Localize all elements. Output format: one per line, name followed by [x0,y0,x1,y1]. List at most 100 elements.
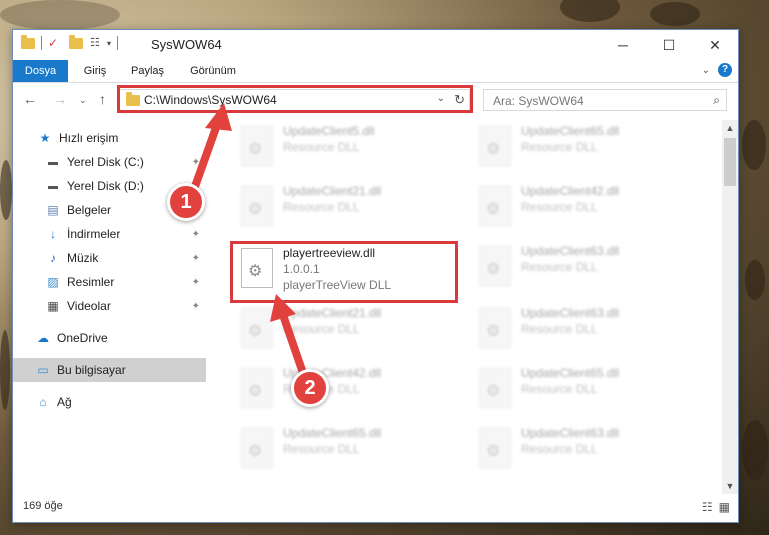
search-icon[interactable]: ⌕ [713,93,720,108]
file-type: Resource DLL [283,442,360,456]
address-bar-highlight [117,85,473,113]
list-item[interactable]: UpdateClient5.dll Resource DLL [233,120,433,172]
document-icon: ▤ [47,203,59,217]
step-badge-2: 2 [291,369,329,407]
view-options-icon[interactable]: ☷ [90,36,104,50]
sidebar-item-this-pc[interactable]: ▭ Bu bilgisayar [13,358,206,382]
drive-icon: ▬ [48,156,58,168]
sidebar-item-label: Bu bilgisayar [57,363,126,377]
scroll-up-icon[interactable]: ▲ [722,120,738,136]
item-count: 169 öğe [23,500,63,512]
pin-icon[interactable]: ✦ [192,157,200,168]
list-item[interactable]: UpdateClient21.dll Resource DLL [233,302,433,354]
vertical-scrollbar[interactable]: ▲ ▼ [722,120,738,494]
tab-file[interactable]: Dosya [13,60,68,82]
file-name: UpdateClient63.dll [521,244,620,258]
list-item[interactable]: UpdateClient42.dll Resource DLL [233,362,433,414]
recent-locations-icon[interactable]: ⌄ [79,95,87,106]
sidebar-item-onedrive[interactable]: ☁ OneDrive [35,326,206,350]
list-item[interactable]: UpdateClient42.dll Resource DLL [471,180,671,232]
pictures-icon: ▨ [47,275,59,289]
sidebar-item-local-disk-c[interactable]: ▬ Yerel Disk (C:) ✦ [45,150,206,174]
tab-share[interactable]: Paylaş [125,60,170,82]
music-icon: ♪ [50,251,56,265]
pin-icon[interactable]: ✦ [192,277,200,288]
up-arrow-icon[interactable]: ↑ [99,91,106,107]
maximize-button[interactable]: ☐ [646,30,692,60]
dll-file-icon [241,428,273,468]
expand-ribbon-icon[interactable]: ⌄ [702,65,710,76]
close-button[interactable]: ✕ [692,30,738,60]
dll-file-icon [479,308,511,348]
file-name: UpdateClient42.dll [521,184,620,198]
sidebar-item-videos[interactable]: ▦ Videolar ✦ [45,294,206,318]
video-icon: ▦ [47,299,59,313]
file-name: UpdateClient65.dll [521,124,620,138]
list-item[interactable]: UpdateClient63.dll Resource DLL [471,422,671,474]
list-item[interactable]: UpdateClient63.dll Resource DLL [471,240,671,292]
file-name: UpdateClient21.dll [283,306,382,320]
back-arrow-icon[interactable]: ← [23,91,37,107]
sidebar-item-music[interactable]: ♪ Müzik ✦ [45,246,206,270]
ribbon-tabs: Dosya Giriş Paylaş Görünüm ⌄ ? [13,60,738,83]
search-box[interactable]: Ara: SysWOW64 ⌕ [483,89,727,111]
sidebar-item-label: OneDrive [57,331,108,345]
view-toggle: ☷ ▦ [702,500,730,514]
chevron-down-icon[interactable]: ▾ [107,39,111,48]
navigation-pane: ★ Hızlı erişim ▬ Yerel Disk (C:) ✦ ▬ Yer… [13,120,206,492]
dll-file-icon [241,308,273,348]
dll-file-icon [479,186,511,226]
new-folder-icon[interactable] [69,34,83,49]
list-item[interactable]: UpdateClient65.dll Resource DLL [233,422,433,474]
sidebar-item-quick-access[interactable]: ★ Hızlı erişim [37,126,206,150]
scrollbar-thumb[interactable] [724,138,736,186]
status-bar: 169 öğe ☷ ▦ [13,494,738,522]
pin-icon[interactable]: ✦ [192,229,200,240]
properties-icon[interactable]: ✓ [48,36,62,50]
tab-home[interactable]: Giriş [76,60,114,82]
sidebar-item-label: İndirmeler [67,227,121,241]
sidebar-item-label: Videolar [67,299,111,313]
list-item[interactable]: UpdateClient65.dll Resource DLL [471,120,671,172]
file-type: Resource DLL [521,140,598,154]
search-input[interactable]: Ara: SysWOW64 [493,94,584,108]
folder-icon [21,34,35,49]
list-item[interactable]: UpdateClient65.dll Resource DLL [471,362,671,414]
sidebar-item-downloads[interactable]: ↓ İndirmeler ✦ [45,222,206,246]
tab-view[interactable]: Görünüm [183,60,243,82]
scroll-down-icon[interactable]: ▼ [722,478,738,494]
dll-file-icon [241,368,273,408]
help-icon[interactable]: ? [718,63,732,77]
file-type: Resource DLL [283,140,360,154]
file-name: UpdateClient65.dll [521,366,620,380]
sidebar-item-pictures[interactable]: ▨ Resimler ✦ [45,270,206,294]
download-icon: ↓ [50,227,56,241]
file-type: Resource DLL [521,382,598,396]
sidebar-item-label: Belgeler [67,203,112,217]
dll-file-icon [479,368,511,408]
list-item[interactable]: UpdateClient21.dll Resource DLL [233,180,433,232]
file-type: Resource DLL [521,260,598,274]
pin-icon[interactable]: ✦ [192,253,200,264]
details-view-icon[interactable]: ☷ [702,500,713,514]
quick-access-toolbar: ✓ ☷ ▾ [21,34,121,50]
pin-icon[interactable]: ✦ [192,301,200,312]
file-name: UpdateClient63.dll [521,426,620,440]
file-type: Resource DLL [283,322,360,336]
toolbar-separator [41,36,42,50]
large-icons-view-icon[interactable]: ▦ [719,500,730,514]
file-name: UpdateClient21.dll [283,184,382,198]
window-controls: ─ ☐ ✕ [600,30,738,60]
file-type: Resource DLL [521,200,598,214]
sidebar-item-label: Yerel Disk (D:) [67,179,144,193]
window-title: SysWOW64 [151,37,222,52]
sidebar-item-label: Yerel Disk (C:) [67,155,144,169]
list-item[interactable]: UpdateClient63.dll Resource DLL [471,302,671,354]
dll-file-icon [479,428,511,468]
sidebar-item-network[interactable]: ⌂ Ağ [35,390,206,414]
forward-arrow-icon[interactable]: → [53,91,67,107]
minimize-button[interactable]: ─ [600,30,646,60]
star-icon: ★ [39,131,51,145]
file-type: Resource DLL [521,442,598,456]
dll-file-icon [241,186,273,226]
